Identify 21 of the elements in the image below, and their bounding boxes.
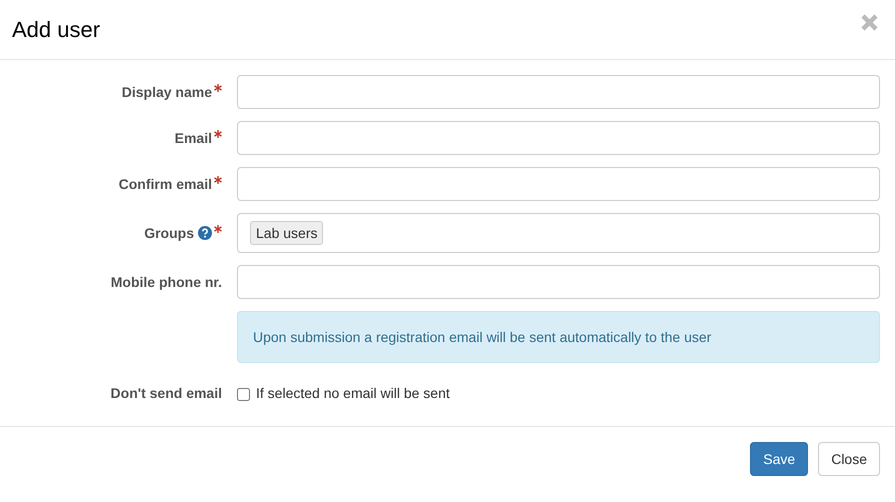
input-field[interactable] [237, 265, 880, 299]
help-icon[interactable] [198, 226, 212, 240]
field-label: Groups [144, 225, 194, 241]
tag-input-field[interactable]: Lab users [237, 213, 880, 253]
input-field[interactable] [237, 75, 880, 109]
field-label: Email [174, 130, 212, 146]
info-alert: Upon submission a registration email will be sent automatically to the user [237, 311, 880, 363]
checkbox[interactable] [237, 388, 250, 400]
save-button[interactable]: Save [750, 442, 808, 476]
dialog-title: Add user [12, 16, 100, 42]
input-field[interactable] [237, 121, 880, 155]
group-tag[interactable]: Lab users [250, 221, 324, 245]
checkbox-label[interactable]: If selected no email will be sent [256, 385, 450, 401]
field-label: Don't send email [110, 385, 222, 401]
input-field[interactable] [237, 167, 880, 201]
close-button[interactable]: Close [818, 442, 880, 476]
close-button[interactable] [860, 13, 879, 32]
close-icon [860, 13, 879, 32]
field-label: Mobile phone nr. [110, 274, 222, 290]
field-label: Display name [122, 84, 212, 100]
field-label: Confirm email [118, 176, 212, 192]
